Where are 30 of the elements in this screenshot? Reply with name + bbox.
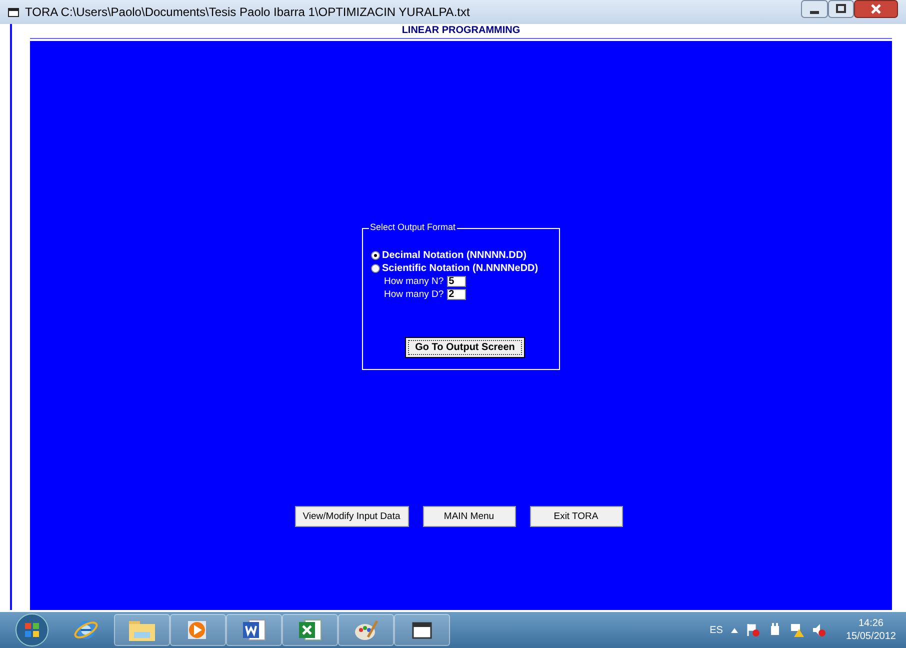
output-screen-button[interactable]: Go To Output Screen (405, 337, 525, 358)
clock-date[interactable]: 15/05/2012 (846, 630, 896, 643)
spreadsheet-icon[interactable] (297, 617, 323, 643)
window-title: TORA C:\Users\Paolo\Documents\Tesis Paolo Ibarra 1\OPTIMIZACIN YURALPA.txt (25, 5, 471, 19)
maximize-button[interactable] (828, 0, 854, 18)
language-indicator[interactable]: ES (710, 624, 723, 636)
muted-speaker-icon[interactable] (812, 623, 826, 637)
field-label: How many N? (384, 276, 444, 287)
document-icon[interactable] (241, 617, 267, 643)
nav-button[interactable]: MAIN Menu (422, 506, 516, 527)
radio-button[interactable] (371, 264, 380, 273)
radio-button[interactable] (371, 251, 380, 260)
field-label: How many D? (384, 289, 444, 300)
close-button[interactable] (854, 0, 898, 18)
nav-button[interactable]: View/Modify Input Data (294, 506, 408, 527)
nav-button[interactable]: Exit TORA (530, 506, 622, 527)
screen-heading: LINEAR PROGRAMMING (30, 24, 892, 39)
start-button[interactable] (15, 613, 49, 647)
flag-icon[interactable] (746, 623, 760, 637)
caret-icon[interactable] (730, 628, 738, 632)
app-icon (8, 7, 19, 17)
option-label[interactable]: Decimal Notation (NNNNN.DD) (382, 250, 526, 261)
minimize-button[interactable] (801, 0, 828, 18)
window-icon[interactable] (411, 620, 433, 640)
number-field[interactable]: 2 (446, 289, 466, 300)
number-field[interactable]: 5 (446, 276, 466, 287)
network-warning-icon[interactable] (790, 623, 804, 637)
option-label[interactable]: Scientific Notation (N.NNNNeDD) (382, 263, 538, 274)
group-title: Select Output Format (369, 222, 457, 232)
clock-time[interactable]: 14:26 (858, 617, 884, 630)
